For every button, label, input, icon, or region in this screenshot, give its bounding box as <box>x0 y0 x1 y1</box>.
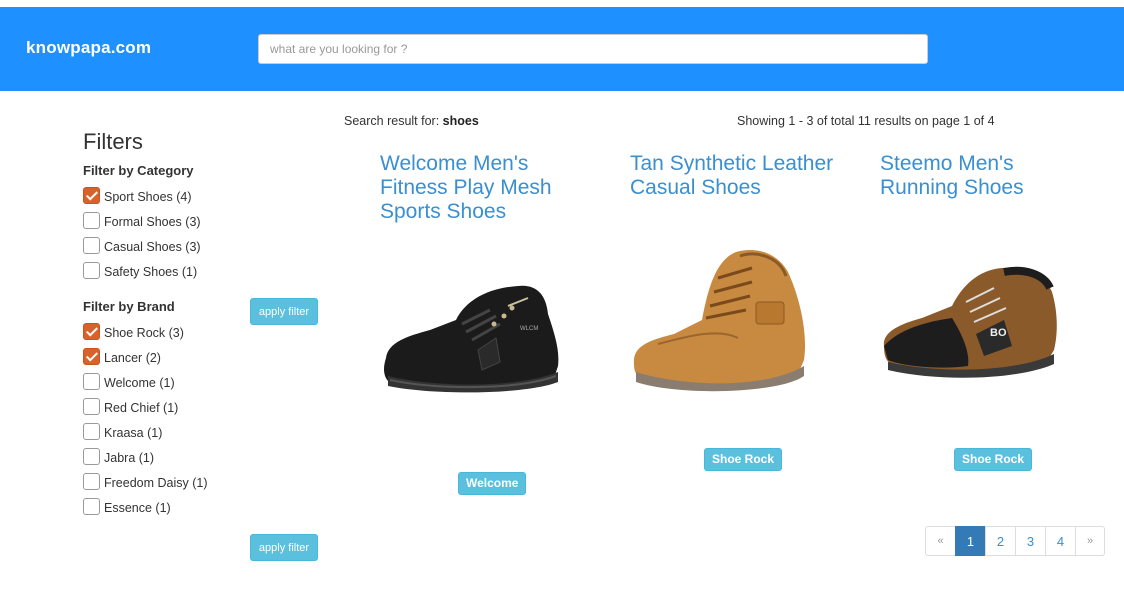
brand-filter-title: Filter by Brand <box>83 299 175 314</box>
checkbox-label: Jabra (1) <box>104 450 155 465</box>
pagination-page-1[interactable]: 1 <box>955 526 986 556</box>
product-title-3[interactable]: Steemo Men's Running Shoes <box>880 152 1080 200</box>
checkbox-checked[interactable] <box>83 186 100 204</box>
site-header: knowpapa.com <box>0 7 1124 91</box>
apply-filter-button-bottom[interactable]: apply filter <box>250 534 318 561</box>
brand-button-1[interactable]: Welcome <box>458 472 527 495</box>
svg-text:BO: BO <box>990 327 1007 339</box>
black-sneaker-image[interactable]: WLCM <box>378 280 562 400</box>
checkbox-label: Safety Shoes (1) <box>104 264 198 279</box>
brand-button-2[interactable]: Shoe Rock <box>704 448 783 471</box>
checkbox-label: Formal Shoes (3) <box>104 214 201 229</box>
brand-welcome[interactable]: Welcome (1) <box>83 371 175 391</box>
checkbox-unchecked[interactable] <box>83 261 100 279</box>
checkbox-unchecked[interactable] <box>83 497 100 515</box>
brand-kraasa[interactable]: Kraasa (1) <box>83 421 162 441</box>
pagination: « 1 2 3 4 » <box>925 526 1105 556</box>
svg-text:WLCM: WLCM <box>520 326 538 332</box>
pagination-next[interactable]: » <box>1075 526 1105 556</box>
checkbox-label: Shoe Rock (3) <box>104 325 184 340</box>
checkbox-unchecked[interactable] <box>83 447 100 465</box>
checkbox-unchecked[interactable] <box>83 472 100 490</box>
checkbox-label: Welcome (1) <box>104 375 175 390</box>
category-casual-shoes[interactable]: Casual Shoes (3) <box>83 235 201 255</box>
checkbox-unchecked[interactable] <box>83 211 100 229</box>
search-result-label: Search result for: shoes <box>344 114 479 128</box>
checkbox-checked[interactable] <box>83 347 100 365</box>
top-strip <box>0 0 1124 7</box>
brand-shoe-rock[interactable]: Shoe Rock (3) <box>83 321 184 341</box>
checkbox-unchecked[interactable] <box>83 422 100 440</box>
checkbox-label: Freedom Daisy (1) <box>104 475 208 490</box>
checkbox-unchecked[interactable] <box>83 397 100 415</box>
brand-freedom-daisy[interactable]: Freedom Daisy (1) <box>83 471 208 491</box>
pagination-page-2[interactable]: 2 <box>985 526 1016 556</box>
brown-black-boot-image[interactable]: BO <box>878 262 1062 388</box>
checkbox-checked[interactable] <box>83 322 100 340</box>
brand-logo[interactable]: knowpapa.com <box>26 38 151 58</box>
checkbox-label: Red Chief (1) <box>104 400 179 415</box>
category-filter-title: Filter by Category <box>83 163 194 178</box>
checkbox-unchecked[interactable] <box>83 372 100 390</box>
checkbox-label: Sport Shoes (4) <box>104 189 192 204</box>
checkbox-label: Lancer (2) <box>104 350 161 365</box>
product-title-2[interactable]: Tan Synthetic Leather Casual Shoes <box>630 152 860 200</box>
checkbox-label: Casual Shoes (3) <box>104 239 201 254</box>
checkbox-unchecked[interactable] <box>83 236 100 254</box>
tan-boot-image[interactable] <box>628 248 812 398</box>
brand-button-3[interactable]: Shoe Rock <box>954 448 1033 471</box>
search-input[interactable] <box>258 34 928 64</box>
category-sport-shoes[interactable]: Sport Shoes (4) <box>83 185 192 205</box>
category-safety-shoes[interactable]: Safety Shoes (1) <box>83 260 197 280</box>
pagination-prev[interactable]: « <box>925 526 956 556</box>
apply-filter-button-top[interactable]: apply filter <box>250 298 318 325</box>
category-formal-shoes[interactable]: Formal Shoes (3) <box>83 210 201 230</box>
pagination-page-4[interactable]: 4 <box>1045 526 1076 556</box>
results-count: Showing 1 - 3 of total 11 results on pag… <box>737 114 995 128</box>
brand-jabra[interactable]: Jabra (1) <box>83 446 154 466</box>
brand-essence[interactable]: Essence (1) <box>83 496 171 516</box>
brand-lancer[interactable]: Lancer (2) <box>83 346 161 366</box>
brand-red-chief[interactable]: Red Chief (1) <box>83 396 178 416</box>
checkbox-label: Kraasa (1) <box>104 425 163 440</box>
pagination-page-3[interactable]: 3 <box>1015 526 1046 556</box>
checkbox-label: Essence (1) <box>104 500 171 515</box>
search-result-prefix: Search result for: <box>344 114 443 128</box>
filters-title: Filters <box>83 129 143 154</box>
search-query: shoes <box>442 114 479 128</box>
product-title-1[interactable]: Welcome Men's Fitness Play Mesh Sports S… <box>380 152 580 224</box>
